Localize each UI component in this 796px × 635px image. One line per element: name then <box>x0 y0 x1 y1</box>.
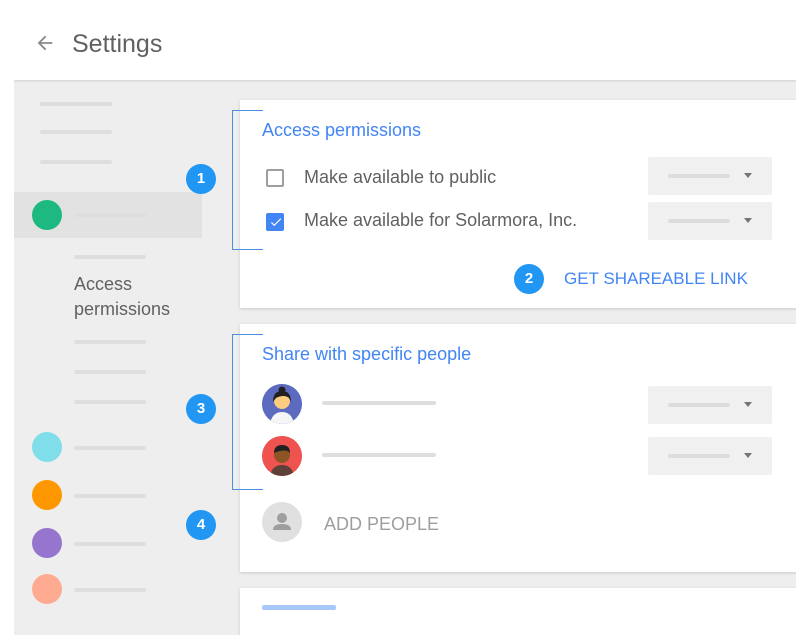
settings-window: Settings Access permissions Access permi… <box>14 12 796 635</box>
share-people-title: Share with specific people <box>262 344 472 364</box>
sidebar-placeholder-line <box>40 160 112 164</box>
sidebar-item-line <box>74 446 146 450</box>
access-permissions-title: Access permissions <box>262 120 422 140</box>
sidebar-label-line1: Access <box>74 274 133 294</box>
sidebar-label-line2: permissions <box>74 299 171 319</box>
add-person-icon[interactable] <box>262 502 302 542</box>
get-shareable-link-button[interactable]: GET SHAREABLE LINK <box>564 269 748 289</box>
person-name-placeholder <box>322 453 436 457</box>
sidebar-subitem-line[interactable] <box>74 340 146 344</box>
sidebar-dot-green <box>32 200 62 230</box>
sidebar-dot-orange[interactable] <box>32 480 62 510</box>
page-title: Settings <box>72 30 163 58</box>
person-avatar-2 <box>262 436 302 476</box>
share-people-card: Share with specific people ADD PEOPLE <box>240 324 796 572</box>
next-section-card <box>240 588 796 635</box>
sidebar-dot-peach[interactable] <box>32 574 62 604</box>
solarmora-permission-dropdown[interactable] <box>648 202 772 240</box>
sidebar-item-line <box>74 213 146 217</box>
person-avatar-1 <box>262 384 302 424</box>
sidebar-item-line <box>74 494 146 498</box>
public-permission-dropdown[interactable] <box>648 157 772 195</box>
person-female-icon <box>262 384 302 424</box>
callout-badge-3: 3 <box>186 394 216 424</box>
person-male-icon <box>262 436 302 476</box>
sidebar-dot-cyan[interactable] <box>32 432 62 462</box>
callout-badge-1: 1 <box>186 164 216 194</box>
sidebar-subitem-line[interactable] <box>74 255 146 259</box>
dropdown-placeholder-line <box>668 219 730 223</box>
sidebar-subitem-access-permissions[interactable]: Access permissions <box>74 272 170 322</box>
callout-badge-2: 2 <box>514 264 544 294</box>
check-icon <box>270 218 282 227</box>
dropdown-placeholder-line <box>668 403 730 407</box>
sidebar-item-line <box>74 542 146 546</box>
add-people-button[interactable]: ADD PEOPLE <box>324 514 439 535</box>
sidebar-dot-purple[interactable] <box>32 528 62 558</box>
sidebar-item-line <box>74 588 146 592</box>
caret-down-icon <box>744 173 752 178</box>
sidebar-item-selected[interactable] <box>14 192 202 238</box>
dropdown-placeholder-line <box>668 174 730 178</box>
callout-bracket-3 <box>232 334 263 490</box>
arrow-back-icon[interactable] <box>34 32 56 54</box>
callout-badge-4: 4 <box>186 510 216 540</box>
public-option-label: Make available to public <box>304 167 497 187</box>
person-name-placeholder <box>322 401 436 405</box>
dropdown-placeholder-line <box>668 454 730 458</box>
sidebar-placeholder-line <box>40 102 112 106</box>
sidebar-subitem-line[interactable] <box>74 370 146 374</box>
callout-bracket-1 <box>232 110 263 250</box>
solarmora-checkbox[interactable] <box>266 213 284 231</box>
app-bar: Settings <box>14 12 796 80</box>
person-icon <box>273 513 291 530</box>
caret-down-icon <box>744 402 752 407</box>
caret-down-icon <box>744 218 752 223</box>
solarmora-option-label: Make available for Solarmora, Inc. <box>304 210 578 230</box>
sidebar-subitem-line[interactable] <box>74 400 146 404</box>
person-2-permission-dropdown[interactable] <box>648 437 772 475</box>
section-title-placeholder <box>262 605 336 610</box>
sidebar: Access permissions <box>14 80 240 635</box>
public-checkbox[interactable] <box>266 169 284 187</box>
person-1-permission-dropdown[interactable] <box>648 386 772 424</box>
caret-down-icon <box>744 453 752 458</box>
sidebar-placeholder-line <box>40 130 112 134</box>
